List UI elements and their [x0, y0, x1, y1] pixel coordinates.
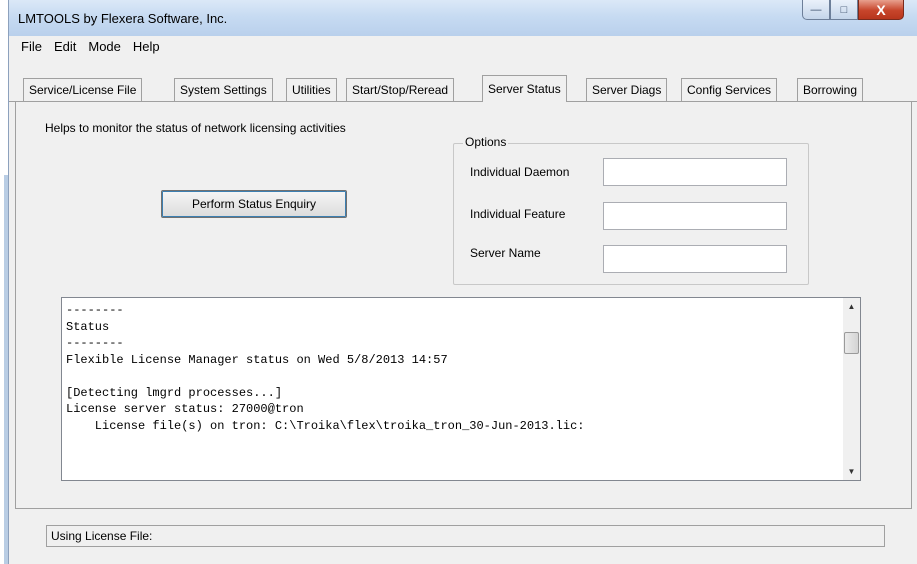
lmtools-window: LMTOOLS by Flexera Software, Inc. — □ X … — [8, 0, 917, 564]
menu-mode[interactable]: Mode — [82, 39, 127, 54]
status-bar: Using License File: — [46, 525, 885, 547]
window-title: LMTOOLS by Flexera Software, Inc. — [18, 11, 228, 26]
help-text: Helps to monitor the status of network l… — [45, 121, 346, 135]
individual-daemon-label: Individual Daemon — [470, 165, 570, 179]
tab-utilities[interactable]: Utilities — [286, 78, 337, 101]
output-scrollbar[interactable]: ▲ ▼ — [843, 298, 860, 480]
tab-server-status[interactable]: Server Status — [482, 75, 567, 102]
tab-start-stop-reread[interactable]: Start/Stop/Reread — [346, 78, 455, 101]
tab-borrowing[interactable]: Borrowing — [797, 78, 864, 101]
caption-buttons: — □ X — [802, 0, 904, 21]
scroll-thumb[interactable] — [844, 332, 859, 354]
menu-help[interactable]: Help — [127, 39, 166, 54]
individual-feature-label: Individual Feature — [470, 207, 566, 221]
title-bar[interactable]: LMTOOLS by Flexera Software, Inc. — □ X — [9, 0, 917, 36]
scroll-down-arrow[interactable]: ▼ — [843, 463, 860, 480]
perform-status-enquiry-button[interactable]: Perform Status Enquiry — [161, 190, 347, 218]
status-bar-text: Using License File: — [51, 529, 153, 543]
tab-service-license-file[interactable]: Service/License File — [23, 78, 143, 101]
individual-feature-input[interactable] — [603, 202, 787, 230]
minimize-icon: — — [810, 3, 822, 16]
server-name-label: Server Name — [470, 246, 541, 260]
scroll-up-arrow[interactable]: ▲ — [843, 298, 860, 315]
close-button[interactable]: X — [858, 0, 904, 20]
chevron-down-icon: ▼ — [847, 467, 856, 476]
menu-file[interactable]: File — [15, 39, 48, 54]
minimize-button[interactable]: — — [802, 0, 830, 20]
menu-bar: File Edit Mode Help — [9, 36, 917, 56]
desktop-edge — [0, 0, 8, 564]
server-name-input[interactable] — [603, 245, 787, 273]
close-icon: X — [876, 1, 886, 18]
status-output-text[interactable]: -------- Status -------- Flexible Licens… — [66, 302, 836, 476]
tab-config-services[interactable]: Config Services — [681, 78, 778, 101]
maximize-icon: □ — [840, 3, 848, 16]
tab-system-settings[interactable]: System Settings — [174, 78, 273, 101]
individual-daemon-input[interactable] — [603, 158, 787, 186]
menu-edit[interactable]: Edit — [48, 39, 82, 54]
options-label: Options — [463, 135, 509, 149]
status-output-textarea[interactable]: -------- Status -------- Flexible Licens… — [61, 297, 861, 481]
chevron-up-icon: ▲ — [847, 302, 856, 311]
maximize-button[interactable]: □ — [830, 0, 858, 20]
tab-server-diags[interactable]: Server Diags — [586, 78, 668, 101]
